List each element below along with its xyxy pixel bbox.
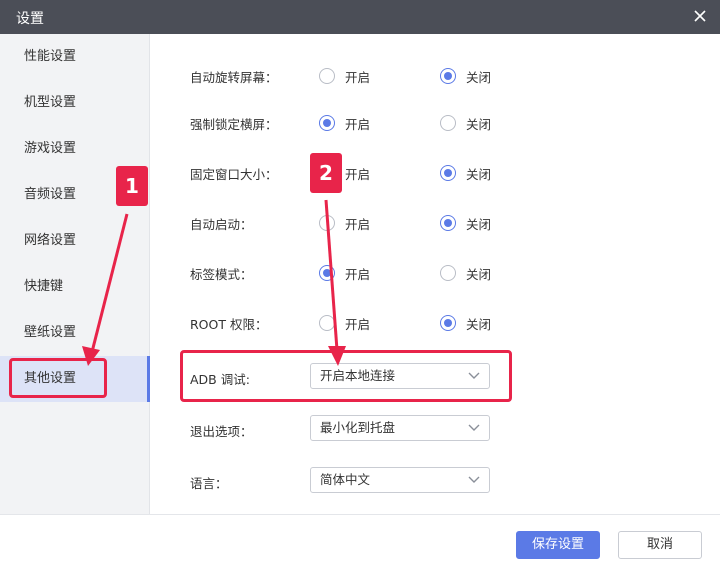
radio-label-off: 关闭 (466, 117, 492, 132)
setting-label-root: ROOT 权限： (190, 317, 268, 332)
radio-label-on: 开启 (345, 167, 371, 182)
radio-label-on: 开启 (345, 117, 371, 132)
chevron-down-icon (468, 424, 480, 431)
sidebar-item-shortcuts[interactable]: 快捷键 (0, 264, 150, 310)
setting-label-auto-rotate: 自动旋转屏幕： (190, 70, 278, 85)
dialog-footer: 保存设置 取消 (0, 514, 720, 574)
setting-label-tab-mode: 标签模式： (190, 267, 253, 282)
radio-label-off: 关闭 (466, 217, 492, 232)
title-bar: 设置 (0, 0, 720, 34)
sidebar-item-label: 音频设置 (24, 187, 77, 202)
sidebar-item-label: 游戏设置 (24, 141, 77, 156)
step-badge-2: 2 (310, 153, 342, 193)
radio-label-on: 开启 (345, 317, 371, 332)
cancel-button[interactable]: 取消 (618, 531, 702, 559)
force-landscape-on-radio[interactable] (319, 115, 335, 131)
root-off-radio[interactable] (440, 315, 456, 331)
auto-start-off-radio[interactable] (440, 215, 456, 231)
setting-label-auto-start: 自动启动： (190, 217, 253, 232)
setting-label-fixed-window: 固定窗口大小： (190, 167, 278, 182)
sidebar-item-network[interactable]: 网络设置 (0, 218, 150, 264)
exit-option-select[interactable]: 最小化到托盘 (310, 415, 490, 441)
close-icon[interactable] (692, 8, 708, 24)
auto-rotate-on-radio[interactable] (319, 68, 335, 84)
save-button[interactable]: 保存设置 (516, 531, 600, 559)
window-title: 设置 (16, 11, 44, 27)
sidebar-item-label: 网络设置 (24, 233, 77, 248)
radio-label-on: 开启 (345, 70, 371, 85)
auto-rotate-off-radio[interactable] (440, 68, 456, 84)
radio-label-off: 关闭 (466, 167, 492, 182)
sidebar: 性能设置 机型设置 游戏设置 音频设置 网络设置 快捷键 壁纸设置 其他设置 (0, 34, 150, 514)
radio-label-on: 开启 (345, 217, 371, 232)
radio-label-off: 关闭 (466, 70, 492, 85)
setting-label-language: 语言： (190, 476, 228, 491)
highlight-box-sidebar (9, 358, 107, 398)
sidebar-item-performance[interactable]: 性能设置 (0, 34, 150, 80)
language-value: 简体中文 (320, 472, 371, 487)
radio-label-on: 开启 (345, 267, 371, 282)
force-landscape-off-radio[interactable] (440, 115, 456, 131)
radio-label-off: 关闭 (466, 317, 492, 332)
chevron-down-icon (468, 476, 480, 483)
step-badge-1: 1 (116, 166, 148, 206)
sidebar-item-wallpaper[interactable]: 壁纸设置 (0, 310, 150, 356)
fixed-window-off-radio[interactable] (440, 165, 456, 181)
settings-panel: 自动旋转屏幕： 开启 关闭 强制锁定横屏： 开启 关闭 固定窗口大小： 开启 关… (151, 34, 720, 514)
setting-label-force-landscape: 强制锁定横屏： (190, 117, 278, 132)
tab-mode-off-radio[interactable] (440, 265, 456, 281)
sidebar-item-label: 机型设置 (24, 95, 77, 110)
auto-start-on-radio[interactable] (319, 215, 335, 231)
highlight-box-adb (180, 350, 512, 402)
radio-label-off: 关闭 (466, 267, 492, 282)
exit-option-value: 最小化到托盘 (320, 420, 396, 435)
sidebar-item-label: 快捷键 (24, 279, 64, 294)
language-select[interactable]: 简体中文 (310, 467, 490, 493)
sidebar-item-label: 壁纸设置 (24, 325, 77, 340)
sidebar-item-model[interactable]: 机型设置 (0, 80, 150, 126)
sidebar-item-label: 性能设置 (24, 49, 77, 64)
root-on-radio[interactable] (319, 315, 335, 331)
tab-mode-on-radio[interactable] (319, 265, 335, 281)
setting-label-exit: 退出选项： (190, 424, 253, 439)
